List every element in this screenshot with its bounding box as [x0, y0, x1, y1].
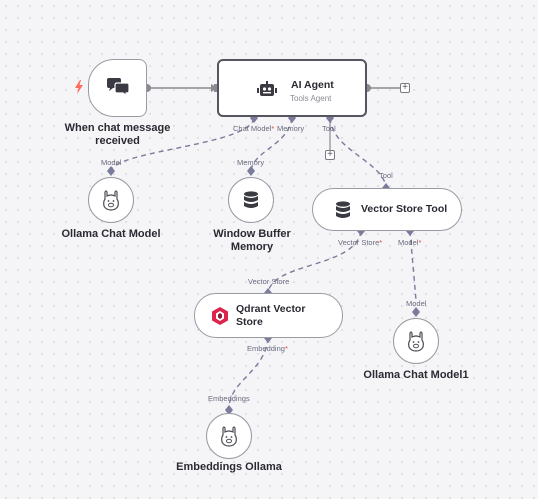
agent-add-tool-button[interactable]: + — [325, 150, 335, 160]
chat-bubbles-icon — [107, 78, 130, 98]
required-mark: * — [284, 344, 288, 353]
qdrant-embedding-label: Embedding* — [247, 344, 288, 353]
vector-tool-store-label: Vector Store* — [338, 238, 382, 247]
window-buffer-memory-node[interactable] — [228, 177, 274, 223]
memory-input-handle[interactable] — [247, 166, 255, 176]
ollama-model-handle[interactable] — [107, 166, 115, 176]
memory-label-line2: Memory — [230, 241, 274, 253]
qdrant-title-line1: Qdrant Vector — [236, 303, 306, 315]
llama-icon — [103, 190, 119, 211]
llama-icon — [408, 331, 424, 352]
qdrant-title-line2: Store — [236, 316, 263, 328]
qdrant-logo-icon — [212, 307, 228, 325]
qdrant-input-connector-label: Vector Store — [248, 277, 290, 286]
embeddings-ollama-node[interactable] — [206, 413, 252, 459]
vector-tool-connector-label: Tool — [379, 171, 393, 180]
ollama-chat-model-node[interactable] — [88, 177, 134, 223]
qdrant-title: Qdrant Vector Store — [236, 303, 305, 329]
chat-trigger-label: When chat message received — [64, 122, 171, 147]
embeddings-connector-label: Embeddings — [208, 394, 250, 403]
ai-agent-title: AI Agent — [291, 79, 334, 91]
vector-store-tool-node[interactable]: Vector Store Tool — [312, 188, 462, 231]
tool-connection[interactable] — [329, 117, 387, 187]
agent-tool-label: Tool — [322, 124, 336, 133]
lightning-bolt-icon — [75, 80, 83, 94]
ollama-chat-model1-label: Ollama Chat Model1 — [363, 369, 469, 381]
database-icon — [336, 201, 350, 218]
agent-chat-model-label: Chat Model* — [233, 124, 274, 133]
qdrant-embedding-text: Embedding — [247, 344, 285, 353]
required-mark: * — [418, 238, 422, 247]
llama-icon — [221, 426, 237, 447]
ollama1-model-connector-label: Model — [406, 299, 427, 308]
qdrant-vector-store-node[interactable]: Qdrant Vector Store — [194, 293, 343, 338]
agent-chat-model-text: Chat Model — [233, 124, 272, 133]
required-mark: * — [379, 238, 383, 247]
database-icon — [244, 191, 258, 208]
vector-tool-model-text: Model — [398, 238, 419, 247]
ollama1-input-handle[interactable] — [412, 307, 420, 317]
ollama-chat-model1-node[interactable] — [393, 318, 439, 364]
ai-agent-node[interactable]: AI Agent Tools Agent — [217, 59, 367, 117]
memory-connector-label: Memory — [237, 158, 265, 167]
required-mark: * — [271, 124, 275, 133]
ollama-chat-model-label: Ollama Chat Model — [61, 228, 161, 240]
agent-add-output-button[interactable]: + — [400, 83, 410, 93]
memory-label-line1: Window Buffer — [213, 228, 291, 240]
ai-agent-subtitle: Tools Agent — [290, 94, 332, 103]
vector-tool-model-label: Model* — [398, 238, 421, 247]
chat-trigger-node[interactable] — [88, 59, 147, 117]
vector-tool-store-text: Vector Store — [338, 238, 380, 247]
ollama-model-connector-label: Model — [101, 158, 122, 167]
agent-memory-label: Memory — [277, 124, 305, 133]
window-buffer-memory-label: Window Buffer Memory — [206, 228, 298, 254]
vector-store-tool-title: Vector Store Tool — [361, 203, 448, 215]
embeddings-ollama-label: Embeddings Ollama — [176, 461, 282, 473]
robot-icon — [257, 81, 277, 96]
